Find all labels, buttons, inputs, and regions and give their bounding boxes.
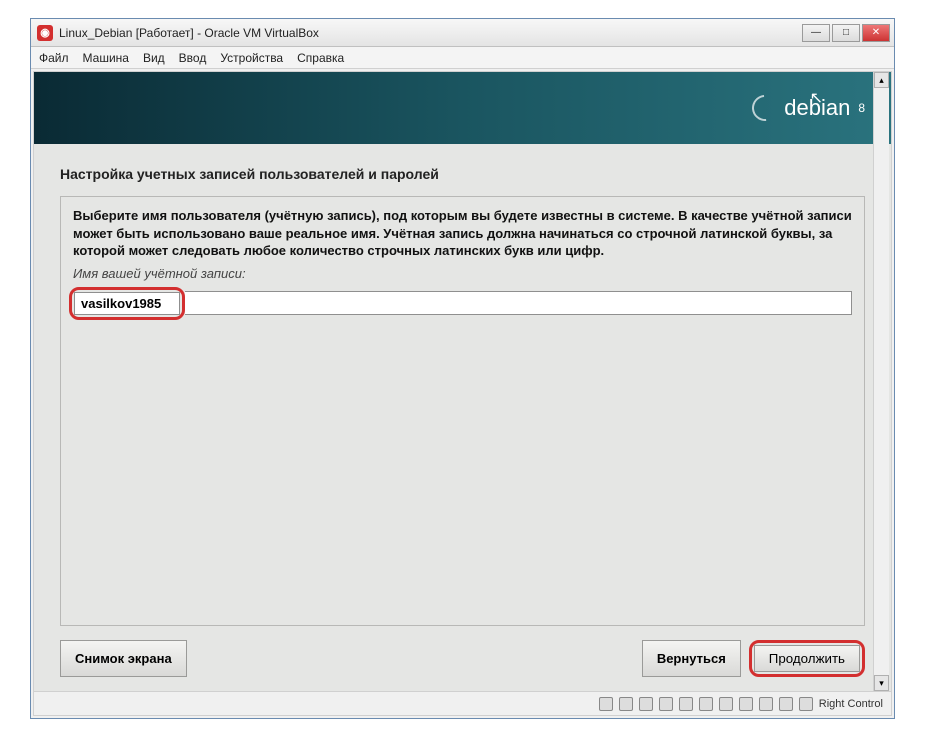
content-box: Выберите имя пользователя (учётную запис… <box>60 196 865 626</box>
username-label: Имя вашей учётной записи: <box>73 266 852 281</box>
close-button[interactable]: ✕ <box>862 24 890 42</box>
mouse-cursor-icon: ↖ <box>810 88 823 108</box>
vertical-scrollbar[interactable]: ▴ ▾ <box>873 72 889 691</box>
menu-machine[interactable]: Машина <box>83 51 129 65</box>
scroll-track[interactable] <box>874 88 889 675</box>
cpu-icon[interactable] <box>759 697 773 711</box>
keyboard-icon[interactable] <box>799 697 813 711</box>
username-row <box>73 287 852 320</box>
virtualbox-icon: ◉ <box>37 25 53 41</box>
recording-icon[interactable] <box>739 697 753 711</box>
network-icon[interactable] <box>659 697 673 711</box>
menu-file[interactable]: Файл <box>39 51 69 65</box>
minimize-button[interactable]: — <box>802 24 830 42</box>
window-title: Linux_Debian [Работает] - Oracle VM Virt… <box>59 26 802 40</box>
installer-header: ↖ debian8 <box>34 72 891 144</box>
vm-display: ↖ debian8 Настройка учетных записей поль… <box>33 71 892 716</box>
virtualbox-window: ◉ Linux_Debian [Работает] - Oracle VM Vi… <box>30 18 895 719</box>
display-icon[interactable] <box>719 697 733 711</box>
description-text: Выберите имя пользователя (учётную запис… <box>73 207 852 260</box>
scroll-up-arrow-icon[interactable]: ▴ <box>874 72 889 88</box>
window-controls: — □ ✕ <box>802 24 890 42</box>
back-button[interactable]: Вернуться <box>642 640 741 677</box>
audio-icon[interactable] <box>639 697 653 711</box>
statusbar: Right Control <box>34 691 891 715</box>
menu-input[interactable]: Ввод <box>179 51 207 65</box>
hdd-icon[interactable] <box>599 697 613 711</box>
username-input[interactable] <box>74 292 180 315</box>
screenshot-button[interactable]: Снимок экрана <box>60 640 187 677</box>
debian-version: 8 <box>858 101 865 115</box>
optical-icon[interactable] <box>619 697 633 711</box>
menu-devices[interactable]: Устройства <box>220 51 283 65</box>
host-key-label: Right Control <box>819 698 883 710</box>
mouse-integration-icon[interactable] <box>779 697 793 711</box>
titlebar: ◉ Linux_Debian [Работает] - Oracle VM Vi… <box>31 19 894 47</box>
continue-button[interactable]: Продолжить <box>754 645 860 672</box>
menu-view[interactable]: Вид <box>143 51 165 65</box>
button-row: Снимок экрана Вернуться Продолжить <box>60 640 865 677</box>
scroll-down-arrow-icon[interactable]: ▾ <box>874 675 889 691</box>
maximize-button[interactable]: □ <box>832 24 860 42</box>
debian-swirl-icon <box>747 90 784 127</box>
username-input-extension[interactable] <box>185 291 852 315</box>
usb-icon[interactable] <box>679 697 693 711</box>
highlight-continue: Продолжить <box>749 640 865 677</box>
spacer <box>195 640 634 677</box>
installer-body: Настройка учетных записей пользователей … <box>34 144 891 691</box>
highlight-username <box>69 287 185 320</box>
shared-folders-icon[interactable] <box>699 697 713 711</box>
menubar: Файл Машина Вид Ввод Устройства Справка <box>31 47 894 69</box>
menu-help[interactable]: Справка <box>297 51 344 65</box>
section-title: Настройка учетных записей пользователей … <box>60 166 865 182</box>
